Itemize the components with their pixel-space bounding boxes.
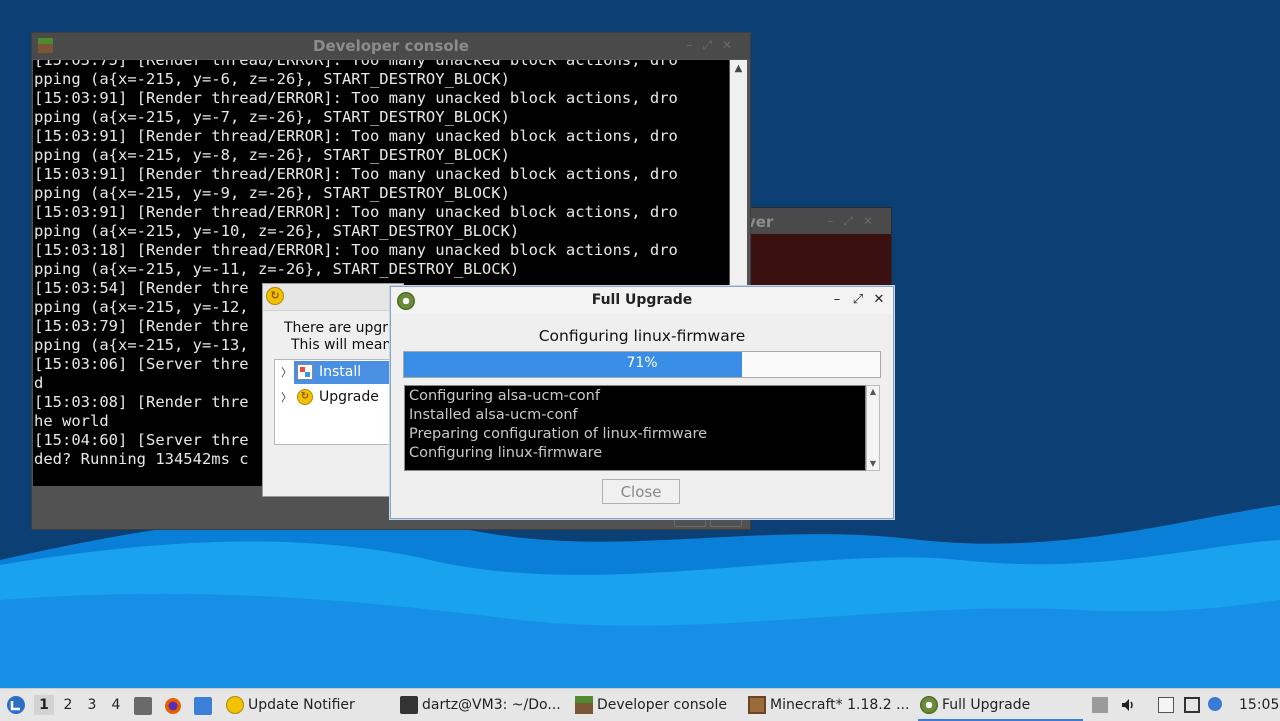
notification-icon[interactable] bbox=[1208, 697, 1222, 711]
tree-item-upgrade[interactable]: 〉 ↻ Upgrade bbox=[275, 385, 403, 410]
upgrade-log[interactable]: Configuring alsa-ucm-conf Installed alsa-… bbox=[404, 385, 866, 471]
log-line: Configuring alsa-ucm-conf bbox=[409, 388, 600, 404]
log-line: Preparing configuration of linux-firmwar… bbox=[409, 426, 708, 442]
console-line: pping (a{x=-215, y=-11, z=-26}, START_DE… bbox=[34, 260, 520, 278]
display-icon[interactable] bbox=[1184, 697, 1200, 713]
tree-item-install[interactable]: 〉 Install bbox=[275, 360, 403, 385]
full-upgrade-dialog[interactable]: Full Upgrade – ⤢ ✕ Configuring linux-fir… bbox=[390, 286, 894, 519]
clipboard-icon[interactable] bbox=[1158, 697, 1174, 713]
maximize-icon[interactable]: ⤢ bbox=[850, 291, 866, 309]
chevron-right-icon[interactable]: 〉 bbox=[281, 364, 292, 380]
console-line: pping (a{x=-215, y=-9, z=-26}, START_DES… bbox=[34, 184, 510, 202]
desktop: ver –⤢✕ Developer console –⤢✕ [15:03:75]… bbox=[0, 0, 1280, 688]
workspace-1[interactable]: 1 bbox=[34, 695, 54, 715]
console-line: pping (a{x=-215, y=-7, z=-26}, START_DES… bbox=[34, 108, 510, 126]
install-icon bbox=[297, 364, 313, 380]
taskbar-task[interactable]: Minecraft* 1.18.2 ... bbox=[746, 689, 936, 721]
gear-icon bbox=[920, 696, 938, 714]
close-icon[interactable]: ✕ bbox=[871, 291, 887, 309]
upgrade-progress-bar: 71% bbox=[403, 351, 881, 378]
workspace-3[interactable]: 3 bbox=[82, 695, 102, 715]
server-window-titlebar[interactable]: ver –⤢✕ bbox=[741, 208, 891, 234]
volume-icon[interactable] bbox=[1120, 697, 1136, 713]
taskbar-task[interactable]: dartz@VM3: ~/Do... bbox=[398, 689, 592, 721]
update-notifier-icon bbox=[226, 696, 244, 714]
terminal-icon bbox=[400, 696, 418, 714]
console-line: [15:03:18] [Render thread/ERROR]: Too ma… bbox=[34, 241, 678, 259]
taskbar-task[interactable]: Developer console bbox=[573, 689, 765, 721]
taskbar-task-label: Developer console bbox=[597, 697, 727, 713]
taskbar-task[interactable]: Update Notifier bbox=[224, 689, 416, 721]
show-desktop-icon[interactable] bbox=[134, 697, 152, 715]
upgrade-icon: ↻ bbox=[297, 389, 313, 405]
console-line: pping (a{x=-215, y=-8, z=-26}, START_DES… bbox=[34, 146, 510, 164]
console-line: [15:03:91] [Render thread/ERROR]: Too ma… bbox=[34, 203, 678, 221]
update-notifier-icon: ↻ bbox=[266, 287, 284, 305]
log-line: Installed alsa-ucm-conf bbox=[409, 407, 578, 423]
minimize-icon[interactable]: – bbox=[829, 291, 845, 309]
crafting-table-icon bbox=[748, 696, 766, 714]
log-line: Configuring linux-firmware bbox=[409, 445, 603, 461]
upgrade-status: Configuring linux-firmware bbox=[538, 327, 746, 345]
update-notifier-titlebar[interactable]: ↻ bbox=[263, 284, 403, 311]
grass-block-icon bbox=[575, 696, 593, 714]
full-upgrade-titlebar[interactable]: Full Upgrade – ⤢ ✕ bbox=[391, 287, 893, 314]
file-manager-icon[interactable] bbox=[194, 697, 212, 715]
scroll-down-icon[interactable]: ▼ bbox=[867, 458, 879, 470]
server-window[interactable]: ver –⤢✕ bbox=[740, 207, 892, 289]
workspace-2[interactable]: 2 bbox=[58, 695, 78, 715]
chevron-right-icon[interactable]: 〉 bbox=[281, 389, 292, 405]
console-line: [15:03:75] [Render thread/ERROR]: Too ma… bbox=[34, 60, 678, 69]
start-menu-icon[interactable] bbox=[6, 695, 26, 715]
log-scrollbar[interactable]: ▲ ▼ bbox=[866, 385, 880, 471]
console-line: pping (a{x=-215, y=-10, z=-26}, START_DE… bbox=[34, 222, 520, 240]
update-message-line: There are upgra bbox=[284, 320, 397, 336]
taskbar-task[interactable]: Full Upgrade bbox=[918, 689, 1083, 721]
taskbar-task-label: Full Upgrade bbox=[942, 697, 1031, 713]
progress-label: 71% bbox=[626, 355, 658, 371]
close-button[interactable]: Close bbox=[602, 479, 680, 504]
full-upgrade-title: Full Upgrade bbox=[591, 292, 693, 308]
developer-console-title: Developer console bbox=[313, 37, 469, 55]
scroll-up-icon[interactable]: ▲ bbox=[730, 60, 747, 77]
update-notifier-dialog[interactable]: ↻ There are upgra This will mean 〉 Insta… bbox=[262, 283, 404, 497]
scroll-up-icon[interactable]: ▲ bbox=[867, 386, 879, 398]
console-line: [15:03:91] [Render thread/ERROR]: Too ma… bbox=[34, 165, 678, 183]
update-message: There are upgra This will mean bbox=[284, 320, 397, 354]
server-window-controls[interactable]: –⤢✕ bbox=[827, 214, 883, 229]
console-line: [15:03:91] [Render thread/ERROR]: Too ma… bbox=[34, 127, 678, 145]
developer-console-titlebar[interactable]: Developer console –⤢✕ bbox=[32, 33, 750, 59]
tree-item-label: Install bbox=[319, 364, 362, 380]
update-message-line: This will mean bbox=[291, 337, 392, 353]
update-tree[interactable]: 〉 Install 〉 ↻ Upgrade bbox=[274, 359, 403, 445]
taskbar-task-label: dartz@VM3: ~/Do... bbox=[422, 697, 561, 713]
console-line: pping (a{x=-215, y=-6, z=-26}, START_DES… bbox=[34, 70, 510, 88]
developer-console-window-controls[interactable]: –⤢✕ bbox=[686, 38, 742, 53]
tray-arrow-icon[interactable] bbox=[1092, 697, 1108, 713]
tree-item-label: Upgrade bbox=[319, 389, 379, 405]
clock[interactable]: 15:05 bbox=[1239, 689, 1279, 721]
taskbar-task-label: Minecraft* 1.18.2 ... bbox=[770, 697, 910, 713]
taskbar-task-label: Update Notifier bbox=[248, 697, 355, 713]
taskbar: 1234 Update Notifier dartz@VM3: ~/Do... De… bbox=[0, 688, 1280, 721]
firefox-icon[interactable] bbox=[164, 697, 182, 715]
console-line: [15:03:91] [Render thread/ERROR]: Too ma… bbox=[34, 89, 678, 107]
workspace-4[interactable]: 4 bbox=[106, 695, 126, 715]
